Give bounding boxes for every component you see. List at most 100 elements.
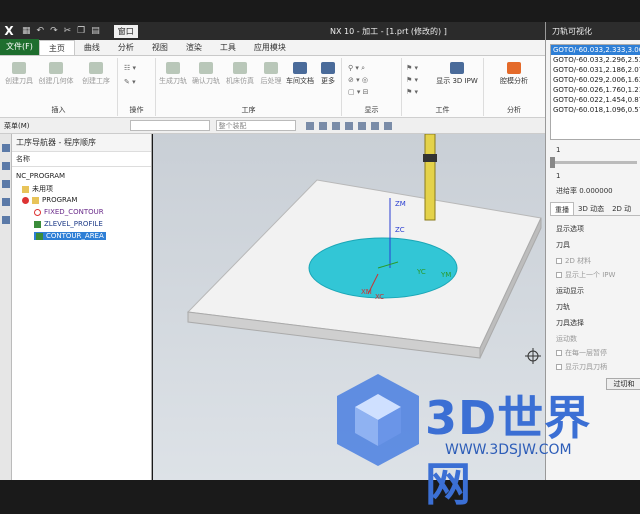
list-item[interactable]: GOTO/-60.018,1.096,0.571 (551, 105, 640, 115)
create-tool-button[interactable]: 创建刀具 (2, 62, 36, 86)
postprocess-icon (264, 62, 278, 74)
verify-toolpath-icon (199, 62, 213, 74)
create-geometry-icon (49, 62, 63, 74)
list-item[interactable]: GOTO/-60.022,1.454,0.879 (551, 95, 640, 105)
create-tool-label: 创建刀具 (5, 77, 33, 85)
watermark-url: WWW.3DSJW.COM (445, 442, 572, 458)
folder-icon (22, 185, 29, 193)
copy-icon[interactable]: ❐ (77, 26, 85, 36)
list-item[interactable]: GOTO/-60.029,2.006,1.630 (551, 75, 640, 85)
create-geometry-button[interactable]: 创建几何体 (36, 62, 76, 86)
tab-tools[interactable]: 工具 (211, 40, 245, 55)
operation-tools-icon[interactable]: ☷ ▾ (124, 64, 136, 72)
type-filter-select[interactable] (129, 120, 210, 131)
check-show-tool-shank[interactable]: 显示刀具刀柄 (556, 362, 607, 372)
check-pause-each-layer[interactable]: 在每一层暂停 (556, 348, 607, 358)
cavity-analysis-button[interactable]: 腔模分析 (488, 62, 540, 86)
display-tools-icons[interactable]: ⚲ ▾ ⌕ ⊘ ▾ ◎ ▢ ▾ ⊟ (348, 62, 368, 98)
list-item[interactable]: GOTO/-60.033,2.333,3.000 (551, 45, 640, 55)
tool-shank (424, 133, 436, 221)
navigator-icon[interactable] (2, 144, 10, 152)
tab-render[interactable]: 渲染 (177, 40, 211, 55)
tab-analysis[interactable]: 分析 (109, 40, 143, 55)
history-icon[interactable] (2, 162, 10, 170)
tree-item-fixed-contour[interactable]: FIXED_CONTOUR (34, 208, 104, 216)
show-3d-ipw-button[interactable]: 显示 3D IPW (432, 62, 482, 86)
verify-toolpath-button[interactable]: 确认刀轨 (190, 62, 222, 86)
zc-label: ZC (395, 226, 405, 234)
undo-icon[interactable]: ↶ (37, 26, 45, 36)
main-menu-button[interactable]: 菜单(M) (0, 121, 34, 131)
verify-toolpath-label: 确认刀轨 (192, 77, 220, 85)
tab-applications[interactable]: 应用模块 (245, 40, 295, 55)
web-icon[interactable] (2, 216, 10, 224)
zm-label: ZM (395, 200, 406, 208)
list-item[interactable]: GOTO/-60.026,1.760,1.212 (551, 85, 640, 95)
file-menu[interactable]: 文件(F) (0, 39, 39, 55)
shop-docs-icon (293, 62, 307, 74)
view-icon[interactable] (370, 121, 379, 130)
nx-logo-icon[interactable]: X (0, 24, 18, 38)
workpiece-tools-icons[interactable]: ⚑ ▾ ⚑ ▾ ⚑ ▾ (406, 62, 418, 98)
window-menu[interactable]: 窗口 (113, 24, 138, 38)
paste-icon[interactable]: ▤ (91, 26, 100, 36)
check-2d-material[interactable]: 2D 材料 (556, 256, 591, 266)
tab-replay[interactable]: 重播 (550, 202, 574, 215)
roles-icon[interactable] (2, 198, 10, 206)
list-item[interactable]: GOTO/-60.031,2.186,2.073 (551, 65, 640, 75)
shop-docs-button[interactable]: 车间文档 (284, 62, 316, 86)
snap5-icon[interactable] (357, 121, 366, 130)
ribbon: 创建刀具 创建几何体 创建工序 插入 ☷ ▾ ✎ ▾ 操作 生成刀轨 确认刀轨 … (0, 56, 545, 118)
complete-icon (36, 232, 43, 240)
tab-3d-dynamic[interactable]: 3D 动态 (574, 202, 608, 215)
check-label: 显示上一个 IPW (565, 271, 616, 279)
generate-toolpath-button[interactable]: 生成刀轨 (158, 62, 188, 86)
snap-icon[interactable] (305, 121, 314, 130)
ribbon-group-analysis: 腔模分析 分析 (484, 58, 544, 116)
ym-label: YM (440, 271, 451, 279)
list-item[interactable]: GOTO/-60.033,2.296,2.537 (551, 55, 640, 65)
checkbox[interactable] (556, 272, 562, 278)
more-button[interactable]: 更多 (316, 62, 340, 86)
tab-curve[interactable]: 曲线 (75, 40, 109, 55)
tree-item-nc-program[interactable]: NC_PROGRAM (16, 172, 65, 180)
postprocess-button[interactable]: 后处理 (258, 62, 284, 86)
slider-handle[interactable] (550, 157, 555, 168)
create-operation-button[interactable]: 创建工序 (76, 62, 116, 86)
checkbox[interactable] (556, 364, 562, 370)
group-label-insert: 插入 (51, 106, 66, 114)
goto-list[interactable]: GOTO/-60.033,2.333,3.000 GOTO/-60.033,2.… (550, 44, 640, 140)
toolpath-slider[interactable] (550, 157, 637, 168)
tree-item-unused[interactable]: 未用项 (22, 184, 53, 194)
tab-home[interactable]: 主页 (38, 40, 75, 55)
snap2-icon[interactable] (318, 121, 327, 130)
save-icon[interactable]: ▦ (22, 26, 31, 36)
snap-tools (305, 121, 392, 130)
checkbox[interactable] (556, 350, 562, 356)
check-show-prev-ipw[interactable]: 显示上一个 IPW (556, 270, 615, 280)
redo-icon[interactable]: ↷ (50, 26, 58, 36)
snap4-icon[interactable] (344, 121, 353, 130)
machine-simulation-button[interactable]: 机床仿真 (224, 62, 256, 86)
render-style-icon[interactable] (383, 121, 392, 130)
folder-icon (32, 196, 39, 204)
navigator-column-name[interactable]: 名称 (12, 152, 151, 167)
tree-item-contour-area[interactable]: CONTOUR_AREA (34, 232, 106, 240)
assembly-filter-select[interactable]: 整个装配 (215, 120, 296, 131)
ribbon-group-display: ⚲ ▾ ⌕ ⊘ ▾ ◎ ▢ ▾ ⊟ 显示 (342, 58, 402, 116)
cut-icon[interactable]: ✂ (64, 26, 72, 36)
tree-label: ZLEVEL_PROFILE (44, 220, 103, 228)
snap3-icon[interactable] (331, 121, 340, 130)
machine-simulation-label: 机床仿真 (226, 77, 254, 85)
operation-tools2-icon[interactable]: ✎ ▾ (124, 78, 136, 86)
motion-display-heading: 运动显示 (556, 287, 584, 295)
machine-icon[interactable] (2, 180, 10, 188)
tree-item-program[interactable]: PROGRAM (22, 196, 77, 204)
tab-view[interactable]: 视图 (143, 40, 177, 55)
tree-item-zlevel-profile[interactable]: ZLEVEL_PROFILE (34, 220, 103, 228)
feed-rate-label: 进给率 0.000000 (556, 187, 613, 195)
cavity-analysis-icon (507, 62, 521, 74)
checkbox[interactable] (556, 258, 562, 264)
tab-2d-dynamic[interactable]: 2D 动 (608, 202, 635, 215)
generate-toolpath-icon (166, 62, 180, 74)
